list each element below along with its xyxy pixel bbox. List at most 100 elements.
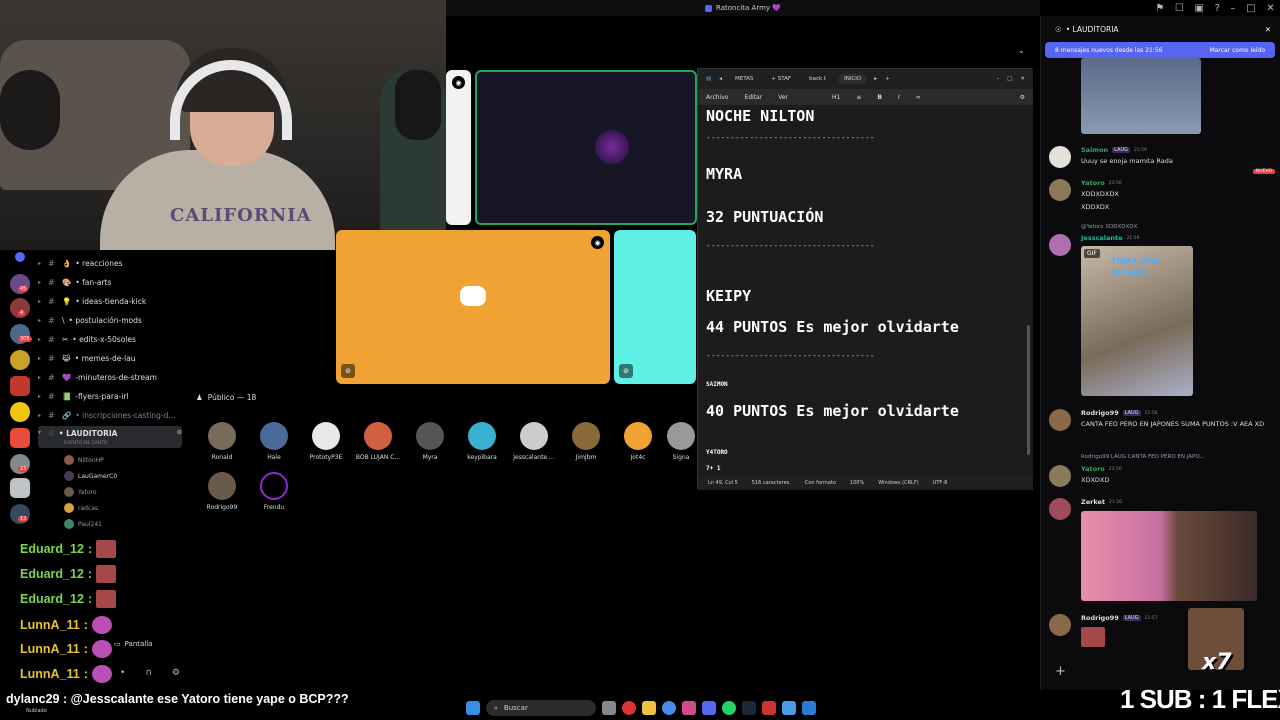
voice-user[interactable]: LauGamerC0 <box>64 469 210 483</box>
task-view-icon[interactable] <box>602 701 616 715</box>
avatar[interactable] <box>1049 146 1071 168</box>
voice-user[interactable]: radcas <box>64 501 210 515</box>
voice-user[interactable]: Paul241 <box>64 517 210 531</box>
audience-member[interactable]: PrototyP3E <box>301 422 351 461</box>
taskbar-search[interactable]: ⌕ Buscar <box>486 700 596 716</box>
prev-tab-icon[interactable]: ◂ <box>719 76 722 82</box>
username[interactable]: Jesscalante <box>1081 234 1123 242</box>
tab-metas[interactable]: METAS <box>730 74 758 84</box>
tab-staf[interactable]: + STAF <box>766 74 796 84</box>
headphones-icon[interactable]: ∩ <box>145 668 152 678</box>
channel-item[interactable]: ▸ # 👌 • reacciones <box>38 254 182 272</box>
menu-archivo[interactable]: Archivo <box>706 94 728 101</box>
help-icon[interactable]: ? <box>1215 3 1220 14</box>
tab-back[interactable]: back t <box>804 74 831 84</box>
server-icon[interactable] <box>10 376 30 396</box>
pin-icon[interactable]: ⚑ <box>1155 3 1164 14</box>
settings-icon[interactable]: ⚙ <box>1020 94 1033 101</box>
app-icon[interactable] <box>682 701 696 715</box>
server-icon[interactable] <box>10 350 30 370</box>
tab-inicio[interactable]: INICIO <box>839 74 867 84</box>
avatar[interactable] <box>1049 465 1071 487</box>
voice-settings-icon[interactable]: ⚙ <box>177 429 182 436</box>
audience-member[interactable]: Myra <box>405 422 455 461</box>
audience-member[interactable]: Signa <box>665 422 697 461</box>
list-icon[interactable]: ≡ <box>856 94 861 101</box>
gif-attachment[interactable]: GIF TOMA POR CEPERO <box>1081 246 1193 396</box>
app-icon[interactable] <box>782 701 796 715</box>
voice-user[interactable]: Yatoro <box>64 485 210 499</box>
editor-content[interactable]: NOCHE NILTON ---------------------------… <box>698 105 1033 475</box>
windows-start-icon[interactable] <box>466 701 480 715</box>
new-tab-icon[interactable]: + <box>885 76 890 82</box>
discord-icon[interactable] <box>702 701 716 715</box>
maximize-icon[interactable]: □ <box>1007 76 1012 82</box>
username[interactable]: Rodrigo99 <box>1081 409 1119 417</box>
new-messages-bar[interactable]: 8 mensajes nuevos desde las 21:56 Marcar… <box>1045 42 1275 58</box>
file-explorer-icon[interactable] <box>642 701 656 715</box>
mark-read-button[interactable]: Marcar como leído <box>1210 47 1265 54</box>
server-icon[interactable] <box>10 478 30 498</box>
server-icon[interactable] <box>10 402 30 422</box>
audience-member[interactable]: Frendu <box>249 472 299 511</box>
app-icon[interactable] <box>762 701 776 715</box>
username[interactable]: Yatoro <box>1081 179 1105 187</box>
channel-item[interactable]: ▸ # \ • postulación-mods <box>38 311 182 329</box>
video-tile[interactable]: ◉ ⊘ <box>336 230 610 384</box>
steam-icon[interactable] <box>742 701 756 715</box>
video-tile-speaking[interactable] <box>475 70 697 225</box>
avatar[interactable] <box>1049 179 1071 201</box>
minimize-icon[interactable]: – <box>1231 3 1236 14</box>
image-attachment[interactable] <box>1081 511 1257 601</box>
minimize-icon[interactable]: – <box>996 76 999 82</box>
channel-item[interactable]: ▸ # 😹 • memes-de-lau <box>38 349 182 367</box>
video-tile[interactable]: ⊘ <box>614 230 696 384</box>
menu-editar[interactable]: Editar <box>744 94 762 101</box>
username[interactable]: Rodrigo99 <box>1081 614 1119 622</box>
audience-member[interactable]: Hale <box>249 422 299 461</box>
audience-member[interactable]: Jot4c <box>613 422 663 461</box>
chrome-icon[interactable] <box>662 701 676 715</box>
audience-member[interactable]: Rodrigo99 <box>197 472 247 511</box>
avatar[interactable] <box>1049 614 1071 636</box>
maximize-icon[interactable]: □ <box>1246 3 1255 14</box>
stream-icon[interactable]: ▣ <box>1195 3 1204 14</box>
whatsapp-icon[interactable] <box>722 701 736 715</box>
close-icon[interactable]: ✕ <box>1266 3 1274 14</box>
screen-share-button[interactable]: ▭ Pantalla <box>114 640 152 648</box>
avatar[interactable] <box>1049 409 1071 431</box>
close-icon[interactable]: ✕ <box>1020 76 1033 82</box>
image-attachment[interactable] <box>1081 58 1201 134</box>
channel-item[interactable]: ▸ # ✂ • edits-x-50soles <box>38 330 182 348</box>
video-tile[interactable]: ◉ <box>446 70 471 225</box>
scrollbar[interactable] <box>1027 325 1030 455</box>
mic-icon[interactable]: • <box>120 668 125 678</box>
audience-member[interactable]: JimJbm <box>561 422 611 461</box>
channel-item[interactable]: ▸ # 💜 -minuteros-de-stream <box>38 368 182 386</box>
server-icon[interactable] <box>10 428 30 448</box>
username[interactable]: Saimon <box>1081 146 1108 154</box>
avatar[interactable] <box>1049 234 1071 256</box>
audience-member[interactable]: Jesscalante ... <box>509 422 559 461</box>
reply-preview[interactable]: Rodrigo99 LAUG CANTA FEO PERO EN JAPO... <box>1081 454 1205 460</box>
chevron-down-icon[interactable]: ⌄ <box>1018 46 1025 55</box>
app-icon[interactable] <box>622 701 636 715</box>
link-icon[interactable]: ∞ <box>916 94 921 101</box>
bold-icon[interactable]: B <box>877 94 882 101</box>
server-icon-active[interactable] <box>15 252 25 262</box>
audience-member[interactable]: keypibara <box>457 422 507 461</box>
audience-member[interactable]: Ronald <box>197 422 247 461</box>
channel-item[interactable]: ▸ # 🔗 • inscripciones-casting-d... <box>38 406 182 424</box>
reply-preview[interactable]: @Yatoro XDDXDXDX <box>1081 224 1137 230</box>
next-tab-icon[interactable]: ▸ <box>874 76 877 82</box>
menu-ver[interactable]: Ver <box>778 94 788 101</box>
username[interactable]: Zerket <box>1081 498 1105 506</box>
avatar[interactable] <box>1049 498 1071 520</box>
heading-select[interactable]: H1 <box>832 94 840 101</box>
app-icon[interactable] <box>802 701 816 715</box>
channel-item[interactable]: ▸ # 🎨 • fan-arts <box>38 273 182 291</box>
audience-member[interactable]: BOB LUJAN C... <box>353 422 403 461</box>
channel-item[interactable]: ▸ # 💡 • ideas-tienda-kick <box>38 292 182 310</box>
voice-channel-lauditoria[interactable]: ▾ ☉ • LAUDITORIA ⚙ <box>38 426 182 448</box>
channel-item[interactable]: ▸ # 📗 -flyers-para-irl <box>38 387 182 405</box>
